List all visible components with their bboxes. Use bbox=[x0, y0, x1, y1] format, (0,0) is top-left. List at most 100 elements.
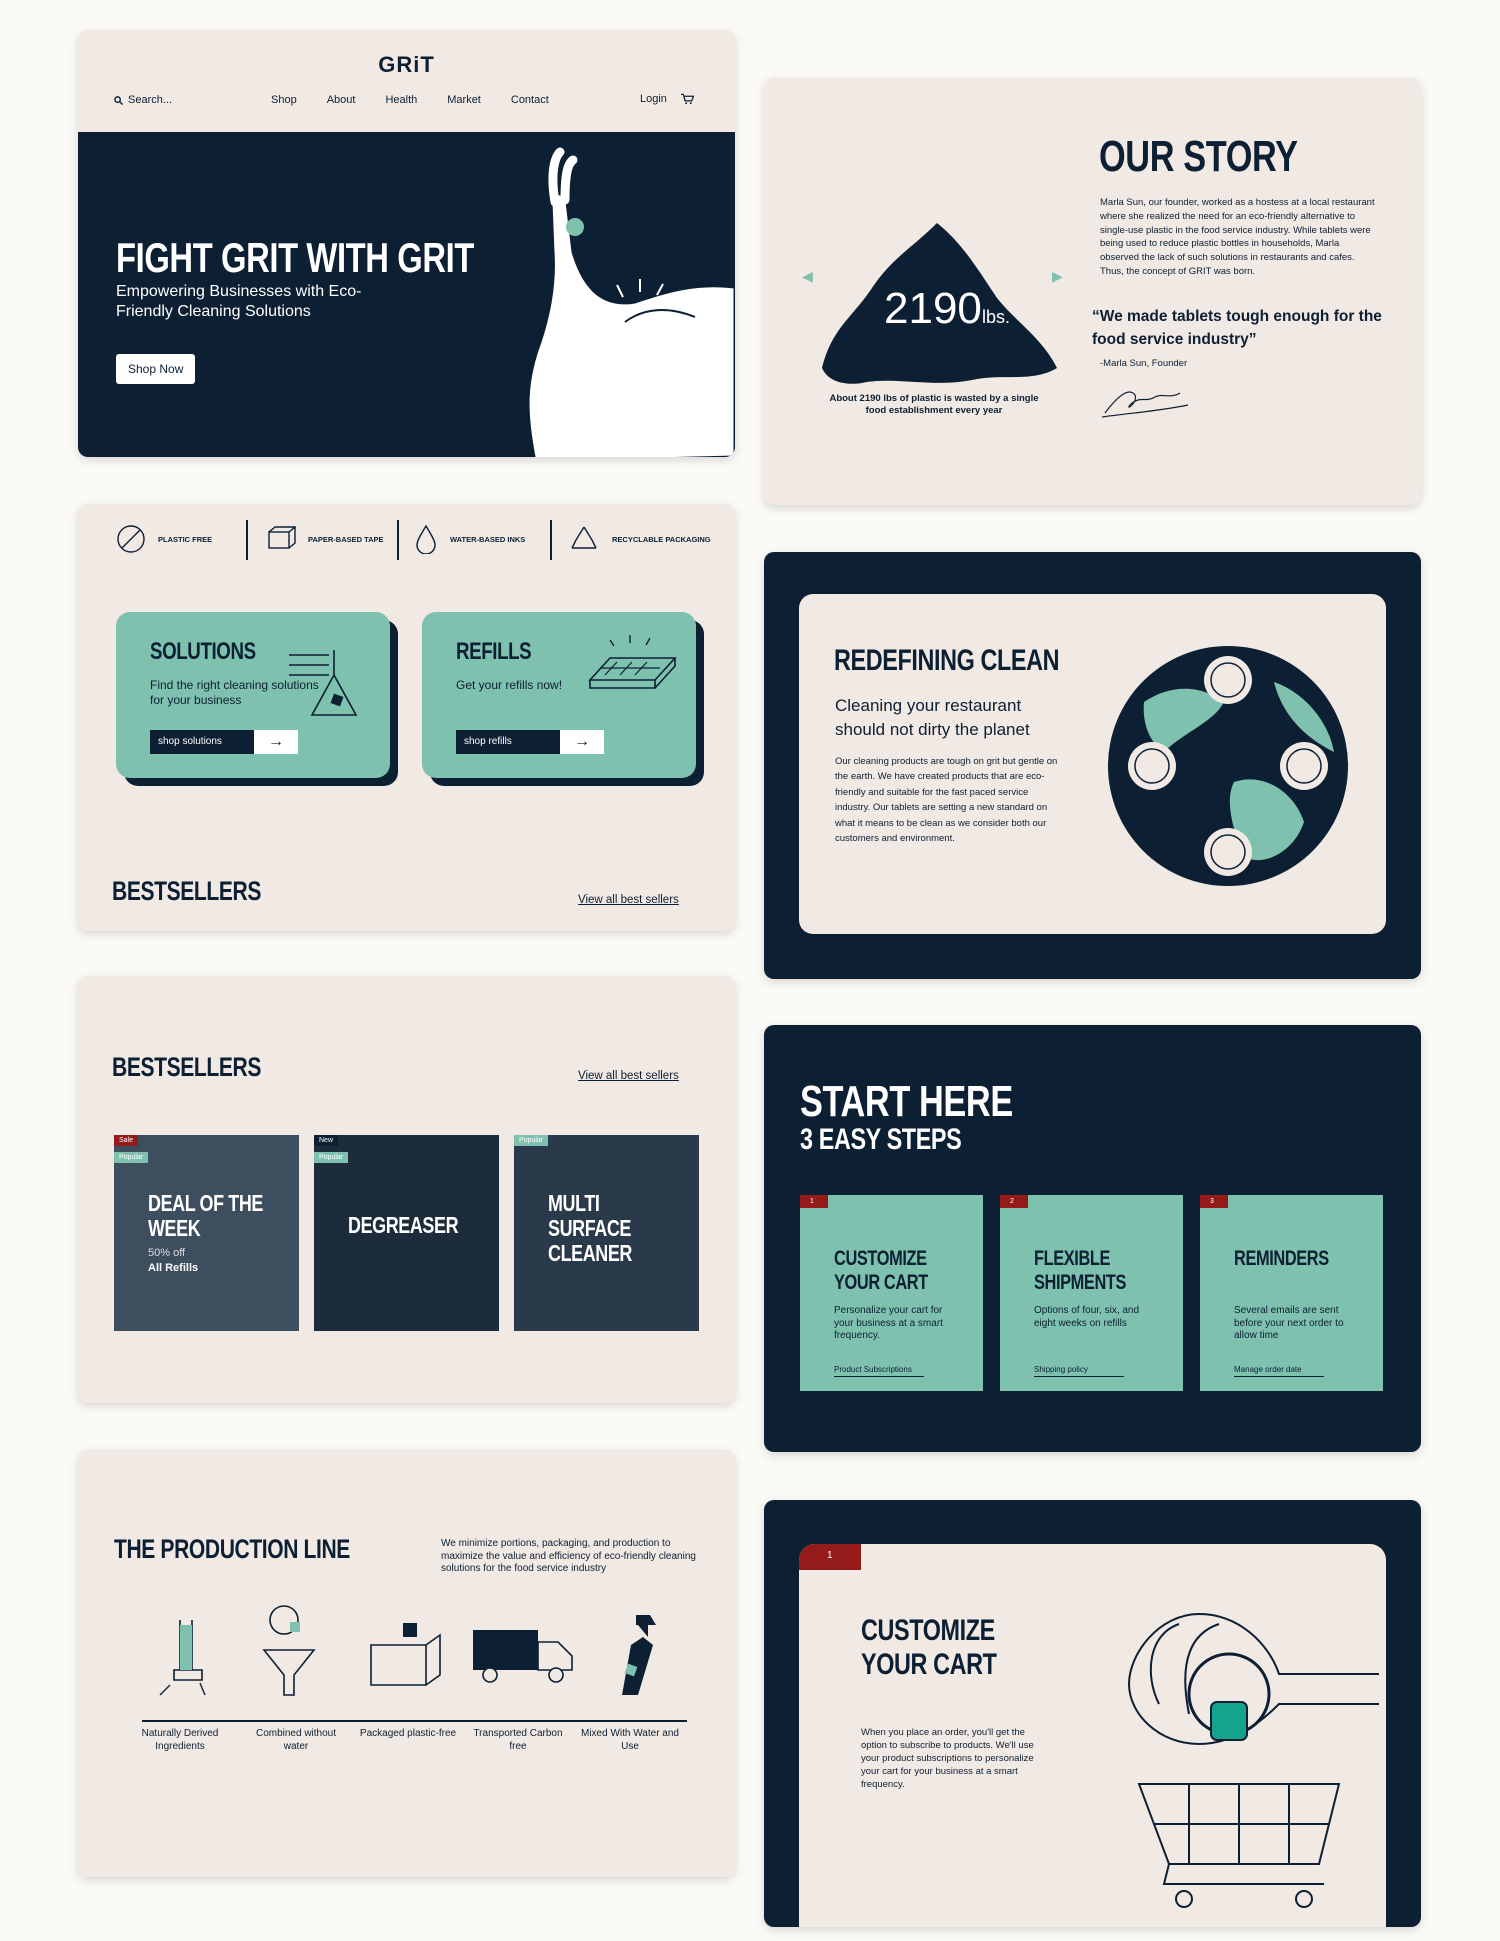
arrow-right-icon: → bbox=[560, 730, 604, 754]
production-step: Transported Carbon free bbox=[473, 1728, 563, 1752]
step-shipments: 2 FLEXIBLE SHIPMENTS Options of four, si… bbox=[1000, 1195, 1183, 1391]
customize-cart-card: 1 CUSTOMIZE YOUR CART When you place an … bbox=[764, 1500, 1421, 1927]
hand-cart-illustration bbox=[1127, 1613, 1379, 1908]
feature-paper-tape: PAPER-BASED TAPE bbox=[266, 524, 384, 554]
solutions-tile[interactable]: SOLUTIONS Find the right cleaning soluti… bbox=[116, 612, 390, 778]
nav-shop[interactable]: Shop bbox=[271, 94, 297, 106]
production-title: THE PRODUCTION LINE bbox=[114, 1534, 350, 1564]
product-degreaser[interactable]: New Popular DEGREASER bbox=[314, 1135, 499, 1331]
main-menu: Shop About Health Market Contact bbox=[271, 94, 549, 106]
founder-signature bbox=[1101, 391, 1189, 418]
spray-bottle-icon bbox=[622, 1615, 656, 1695]
hero-card: GRiT Search... Shop About Health Market … bbox=[78, 30, 735, 457]
step-number: 3 bbox=[1200, 1195, 1228, 1208]
customize-body: When you place an order, you'll get the … bbox=[861, 1727, 1034, 1790]
story-body: Marla Sun, our founder, worked as a host… bbox=[1100, 197, 1375, 277]
step-link[interactable]: Product Subscriptions bbox=[834, 1365, 924, 1377]
tile-title: SOLUTIONS bbox=[150, 638, 256, 665]
stat-unit: lbs. bbox=[982, 307, 1010, 327]
feature-label: PAPER-BASED TAPE bbox=[308, 534, 384, 544]
hero-subtitle: Empowering Businesses with Eco-Friendly … bbox=[116, 283, 362, 320]
refills-tile[interactable]: REFILLS Get your refills now! shop refil… bbox=[422, 612, 696, 778]
search-input[interactable]: Search... bbox=[114, 94, 172, 106]
box-icon bbox=[370, 1623, 441, 1686]
cart-icon[interactable] bbox=[680, 93, 694, 105]
shop-refills-button[interactable]: shop refills → bbox=[456, 730, 604, 754]
production-line-card: THE PRODUCTION LINE We minimize portions… bbox=[78, 1450, 735, 1877]
new-badge: New bbox=[314, 1135, 339, 1146]
product-name: DEGREASER bbox=[348, 1212, 459, 1238]
production-step: Combined without water bbox=[255, 1728, 337, 1752]
step-number: 2 bbox=[1000, 1195, 1028, 1208]
view-all-link[interactable]: View all best sellers bbox=[578, 894, 679, 906]
hero-title: FIGHT GRIT WITH GRIT bbox=[116, 234, 474, 281]
production-intro: We minimize portions, packaging, and pro… bbox=[441, 1538, 696, 1574]
nav-health[interactable]: Health bbox=[385, 94, 417, 106]
step-text: Options of four, six, and eight weeks on… bbox=[1034, 1305, 1140, 1329]
our-story-card: ◀ ▶ 2190 lbs. About 2190 lbs of plastic … bbox=[764, 78, 1421, 505]
flexing-arm-illustration bbox=[526, 147, 735, 457]
flask-icon bbox=[289, 650, 358, 716]
step-link[interactable]: Manage order date bbox=[1234, 1365, 1324, 1377]
arrow-right-icon: → bbox=[254, 730, 298, 754]
step-text: Personalize your cart for your business … bbox=[834, 1305, 943, 1341]
plastic-pile-illustration: 2190 lbs. bbox=[822, 223, 1057, 384]
ingredients-icon bbox=[159, 1620, 206, 1696]
step-reminders: 3 REMINDERS Several emails are sent befo… bbox=[1200, 1195, 1383, 1391]
divider bbox=[246, 520, 248, 560]
product-name: MULTI SURFACE CLEANER bbox=[548, 1190, 632, 1266]
feature-water-inks: WATER-BASED INKS bbox=[414, 524, 525, 554]
nav-market[interactable]: Market bbox=[447, 94, 481, 106]
redefining-title: REDEFINING CLEAN bbox=[834, 644, 1060, 677]
view-all-link[interactable]: View all best sellers bbox=[578, 1070, 679, 1082]
shop-now-button[interactable]: Shop Now bbox=[116, 354, 196, 384]
step-link[interactable]: Shipping policy bbox=[1034, 1365, 1124, 1377]
stat-caption: About 2190 lbs of plastic is wasted by a… bbox=[829, 393, 1039, 416]
story-title: OUR STORY bbox=[1099, 132, 1298, 181]
no-plastic-icon bbox=[117, 525, 145, 553]
quote-attribution: -Marla Sun, Founder bbox=[1100, 358, 1188, 369]
tablet-tray-icon bbox=[588, 635, 677, 689]
brand-logo[interactable]: GRiT bbox=[78, 52, 735, 78]
account-area: Login bbox=[640, 93, 694, 105]
redefining-card: REDEFINING CLEAN Cleaning your restauran… bbox=[764, 552, 1421, 979]
feature-label: WATER-BASED INKS bbox=[450, 534, 526, 544]
product-name: DEAL OF THE WEEK bbox=[148, 1190, 263, 1241]
shop-solutions-button[interactable]: shop solutions → bbox=[150, 730, 298, 754]
timeline-line bbox=[142, 1720, 687, 1722]
search-placeholder: Search... bbox=[128, 94, 173, 106]
stat-value: 2190 bbox=[884, 284, 982, 333]
step-number: 1 bbox=[800, 1195, 828, 1208]
section-title: BESTSELLERS bbox=[112, 876, 262, 906]
globe-plates-illustration bbox=[1108, 646, 1348, 886]
start-here-card: START HERE 3 EASY STEPS 1 CUSTOMIZE YOUR… bbox=[764, 1025, 1421, 1452]
product-deal-of-the-week[interactable]: Sale Popular DEAL OF THE WEEK 50% off Al… bbox=[114, 1135, 299, 1331]
redefining-lead: Cleaning your restaurant should not dirt… bbox=[835, 696, 1030, 739]
truck-icon bbox=[473, 1630, 573, 1683]
button-label: shop refills bbox=[456, 730, 560, 754]
sale-badge: Sale bbox=[114, 1135, 139, 1146]
funnel-icon bbox=[262, 1605, 316, 1696]
product-multi-surface[interactable]: Popular MULTI SURFACE CLEANER bbox=[514, 1135, 699, 1331]
top-nav: GRiT Search... Shop About Health Market … bbox=[78, 30, 735, 132]
nav-contact[interactable]: Contact bbox=[511, 94, 549, 106]
feature-plastic-free: PLASTIC FREE bbox=[116, 524, 212, 554]
production-step: Mixed With Water and Use bbox=[581, 1728, 679, 1752]
nav-about[interactable]: About bbox=[327, 94, 356, 106]
divider bbox=[397, 520, 399, 560]
product-detail: All Refills bbox=[148, 1262, 199, 1274]
step-title: CUSTOMIZE YOUR CART bbox=[834, 1247, 928, 1294]
production-step: Packaged plastic-free bbox=[359, 1728, 457, 1739]
redefining-body: Our cleaning products are tough on grit … bbox=[835, 756, 1058, 845]
login-link[interactable]: Login bbox=[640, 93, 667, 105]
recycle-icon bbox=[571, 526, 597, 549]
water-drop-icon bbox=[416, 524, 436, 554]
solutions-card: PLASTIC FREE PAPER-BASED TAPE WATER-BASE… bbox=[78, 504, 735, 931]
start-subtitle: 3 EASY STEPS bbox=[800, 1123, 962, 1156]
hero-banner: FIGHT GRIT WITH GRIT Empowering Business… bbox=[78, 132, 735, 457]
tile-title: REFILLS bbox=[456, 638, 532, 665]
redefining-panel: REDEFINING CLEAN Cleaning your restauran… bbox=[799, 594, 1386, 934]
customize-panel: 1 CUSTOMIZE YOUR CART When you place an … bbox=[799, 1544, 1386, 1927]
popular-badge: Popular bbox=[114, 1152, 149, 1163]
step-text: Several emails are sent before your next… bbox=[1234, 1305, 1344, 1341]
